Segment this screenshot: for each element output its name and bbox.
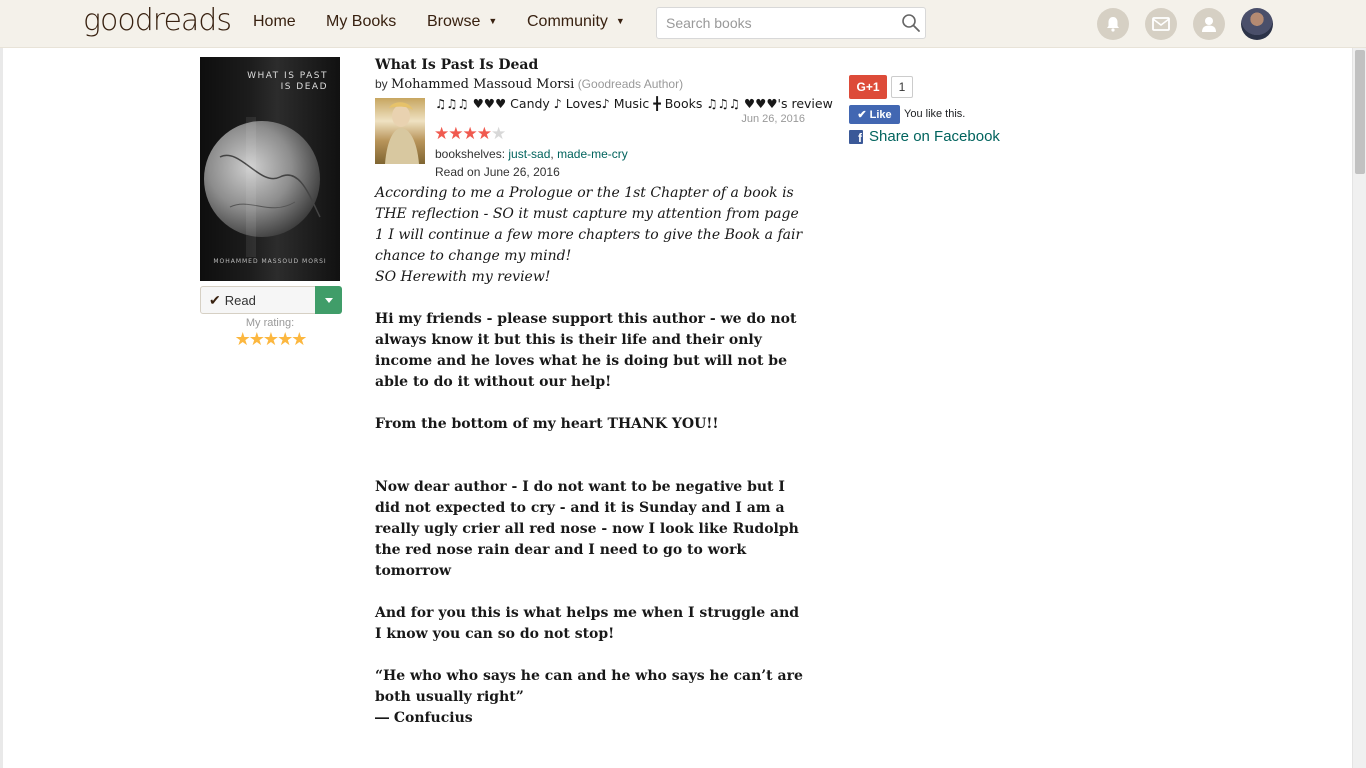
my-rating-stars[interactable]: ★★★★★ — [200, 329, 340, 350]
messages-button[interactable] — [1145, 8, 1177, 40]
top-navigation: goodreads Home My Books Browse ▼ Communit… — [0, 0, 1366, 48]
logo-reads: reads — [152, 3, 232, 38]
review-stars-filled: ★★★★ — [434, 124, 492, 144]
share-on-facebook-label: Share on Facebook — [869, 128, 1000, 145]
reviewer-name-link[interactable]: ♫♫♫ ♥♥♥ Candy ♪ Loves♪ Music ╋ Books ♫♫♫… — [435, 96, 833, 111]
review-paragraph: And for you this is what helps me when I… — [375, 605, 800, 642]
bookshelves-line: bookshelves: just-sad, made-me-cry — [435, 147, 628, 161]
quote-attribution: ― Confucius — [375, 710, 473, 726]
bookshelves-label: bookshelves: — [435, 147, 506, 161]
book-cover[interactable]: WHAT IS PAST IS DEAD MOHAMMED MASSOUD MOR… — [200, 57, 340, 281]
caret-down-icon: ▼ — [615, 16, 625, 26]
notifications-button[interactable] — [1097, 8, 1129, 40]
caret-down-icon — [324, 297, 333, 303]
shelf-link-made-me-cry[interactable]: made-me-cry — [557, 147, 628, 161]
vertical-scrollbar[interactable] — [1352, 48, 1366, 768]
review-quote: “He who who says he can and he who says … — [375, 668, 803, 705]
facebook-like-status: You like this. — [904, 108, 966, 120]
mail-icon — [1152, 17, 1170, 31]
caret-down-icon: ▼ — [488, 16, 498, 26]
nav-my-books[interactable]: My Books — [326, 13, 396, 31]
shelf-separator: , — [550, 147, 554, 161]
byline: by Mohammed Massoud Morsi (Goodreads Aut… — [375, 77, 683, 92]
goodreads-logo[interactable]: goodreads — [83, 3, 232, 38]
friends-icon — [1202, 17, 1216, 32]
google-plus-button[interactable]: G+1 — [849, 75, 887, 99]
my-rating-label: My rating: — [245, 317, 295, 329]
facebook-like-label: Like — [869, 108, 892, 121]
review-paragraph: According to me a Prologue or the 1st Ch… — [375, 185, 803, 264]
avatar[interactable] — [1241, 8, 1273, 40]
review-paragraph: Hi my friends - please support this auth… — [375, 311, 797, 390]
logo-good: good — [83, 3, 154, 38]
review-paragraph: From the bottom of my heart THANK YOU!! — [375, 416, 719, 432]
check-icon: ✔ — [209, 291, 221, 308]
bell-icon — [1107, 17, 1119, 32]
page-left-edge — [0, 48, 3, 768]
reviewer-avatar-image — [385, 102, 419, 164]
cover-title-line-2: IS DEAD — [280, 82, 328, 92]
friends-button[interactable] — [1193, 8, 1225, 40]
check-icon: ✔ — [857, 109, 867, 121]
by-label: by — [375, 77, 388, 91]
book-title[interactable]: What Is Past Is Dead — [375, 57, 538, 73]
search-box — [656, 7, 926, 39]
facebook-icon: f — [849, 129, 863, 144]
shelf-dropdown-button[interactable] — [315, 286, 342, 314]
read-on-date: Read on June 26, 2016 — [435, 165, 560, 179]
nav-home[interactable]: Home — [253, 13, 296, 31]
nav-browse[interactable]: Browse ▼ — [427, 13, 497, 31]
author-link[interactable]: Mohammed Massoud Morsi — [391, 77, 574, 92]
nav-browse-label: Browse — [427, 13, 481, 30]
share-on-facebook-link[interactable]: f Share on Facebook — [849, 128, 1000, 145]
review-stars-empty: ★ — [490, 124, 506, 144]
nav-community[interactable]: Community ▼ — [527, 13, 625, 31]
cover-moon-art — [204, 117, 321, 257]
search-input[interactable] — [657, 8, 887, 38]
review-paragraph: SO Herewith my review! — [375, 269, 551, 285]
nav-community-label: Community — [527, 13, 608, 30]
read-status-label: Read — [224, 292, 256, 308]
reviewer-avatar[interactable] — [375, 98, 425, 164]
facebook-like-button[interactable]: ✔ Like — [849, 105, 900, 124]
cover-title-line-1: WHAT IS PAST — [247, 71, 328, 81]
review-date[interactable]: Jun 26, 2016 — [700, 113, 805, 125]
google-plus-count: 1 — [891, 76, 913, 98]
review-rating-stars: ★★★★★ — [434, 124, 506, 144]
review-text: According to me a Prologue or the 1st Ch… — [375, 183, 807, 729]
review-paragraph: Now dear author - I do not want to be ne… — [375, 479, 799, 579]
read-status-button[interactable]: ✔ Read — [200, 286, 316, 314]
shelf-link-just-sad[interactable]: just-sad — [508, 147, 550, 161]
scrollbar-thumb[interactable] — [1355, 50, 1365, 174]
search-icon[interactable] — [901, 13, 921, 33]
cover-author: MOHAMMED MASSOUD MORSI — [213, 258, 327, 265]
goodreads-author-badge: (Goodreads Author) — [577, 77, 684, 91]
cover-title: WHAT IS PAST IS DEAD — [200, 71, 328, 93]
